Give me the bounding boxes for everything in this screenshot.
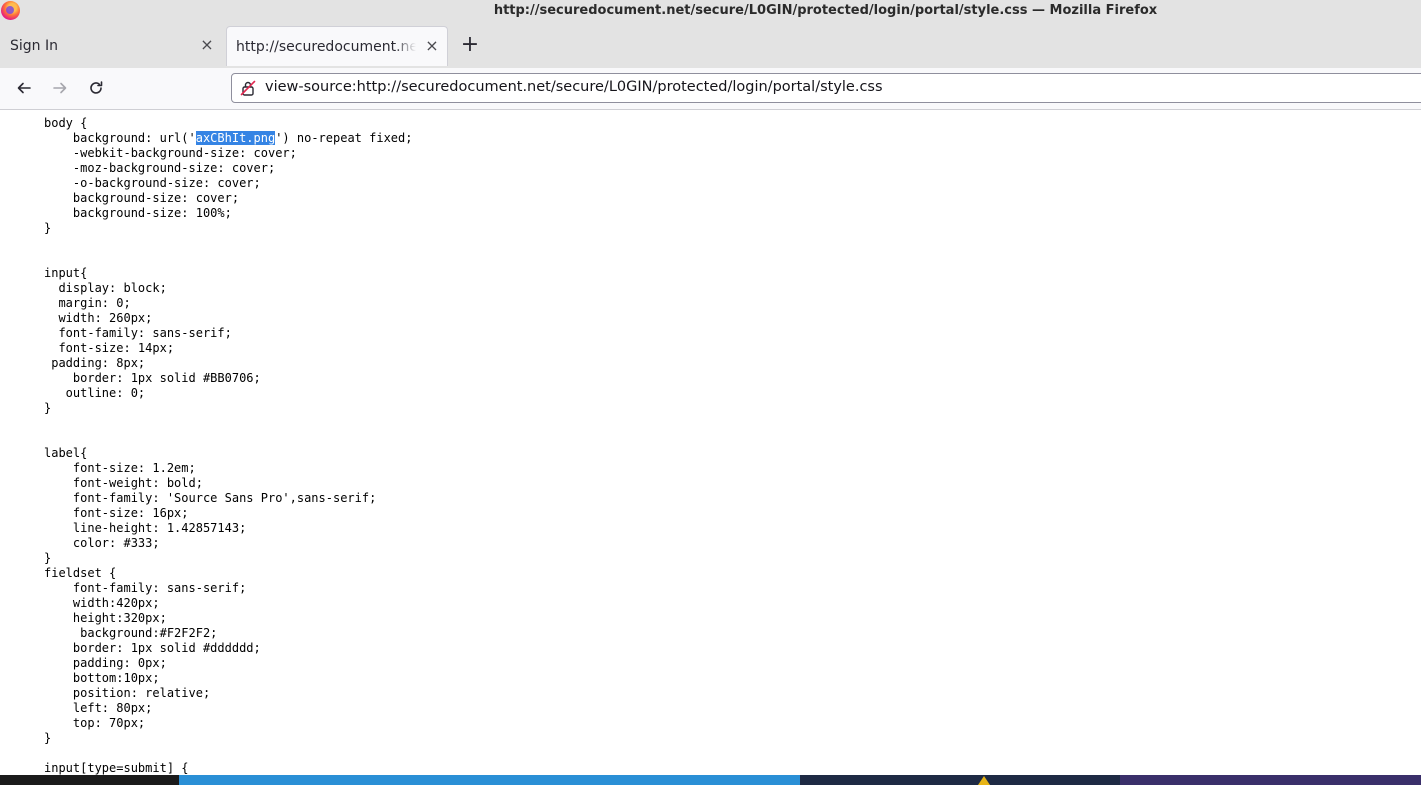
close-tab-icon[interactable]: × bbox=[425, 38, 439, 54]
taskbar bbox=[0, 775, 1421, 785]
forward-button[interactable] bbox=[48, 76, 72, 100]
tab-sign-in[interactable]: Sign In × bbox=[0, 26, 222, 66]
navigation-toolbar: view-source:http://securedocument.net/se… bbox=[0, 68, 1421, 110]
title-bar: http://securedocument.net/secure/L0GIN/p… bbox=[0, 0, 1421, 22]
reload-button[interactable] bbox=[84, 76, 108, 100]
tab-label: Sign In bbox=[10, 38, 58, 54]
url-text[interactable]: view-source:http://securedocument.net/se… bbox=[265, 79, 883, 95]
arrow-left-icon bbox=[17, 82, 31, 94]
tab-label: http://securedocument.net/secure/L0GIN/p… bbox=[236, 38, 416, 55]
address-bar[interactable]: view-source:http://securedocument.net/se… bbox=[231, 73, 1421, 103]
tab-strip: Sign In × http://securedocument.net/secu… bbox=[0, 22, 1421, 69]
arrow-right-icon bbox=[53, 82, 67, 94]
window-title: http://securedocument.net/secure/L0GIN/p… bbox=[493, 3, 1158, 18]
source-text: ') no-repeat fixed; -webkit-background-s… bbox=[44, 131, 413, 775]
back-button[interactable] bbox=[12, 76, 36, 100]
insecure-lock-icon[interactable] bbox=[240, 80, 256, 96]
close-tab-icon[interactable]: × bbox=[200, 37, 214, 53]
css-source-code: body { background: url('axCBhIt.png') no… bbox=[44, 116, 412, 775]
page-content: body { background: url('axCBhIt.png') no… bbox=[0, 110, 1421, 775]
reload-icon bbox=[90, 81, 103, 94]
new-tab-button[interactable]: + bbox=[460, 34, 480, 56]
tab-style-css[interactable]: http://securedocument.net/secure/L0GIN/p… bbox=[226, 26, 448, 66]
source-text: body { background: url(' bbox=[44, 116, 196, 145]
selected-text: axCBhIt.png bbox=[195, 131, 276, 145]
